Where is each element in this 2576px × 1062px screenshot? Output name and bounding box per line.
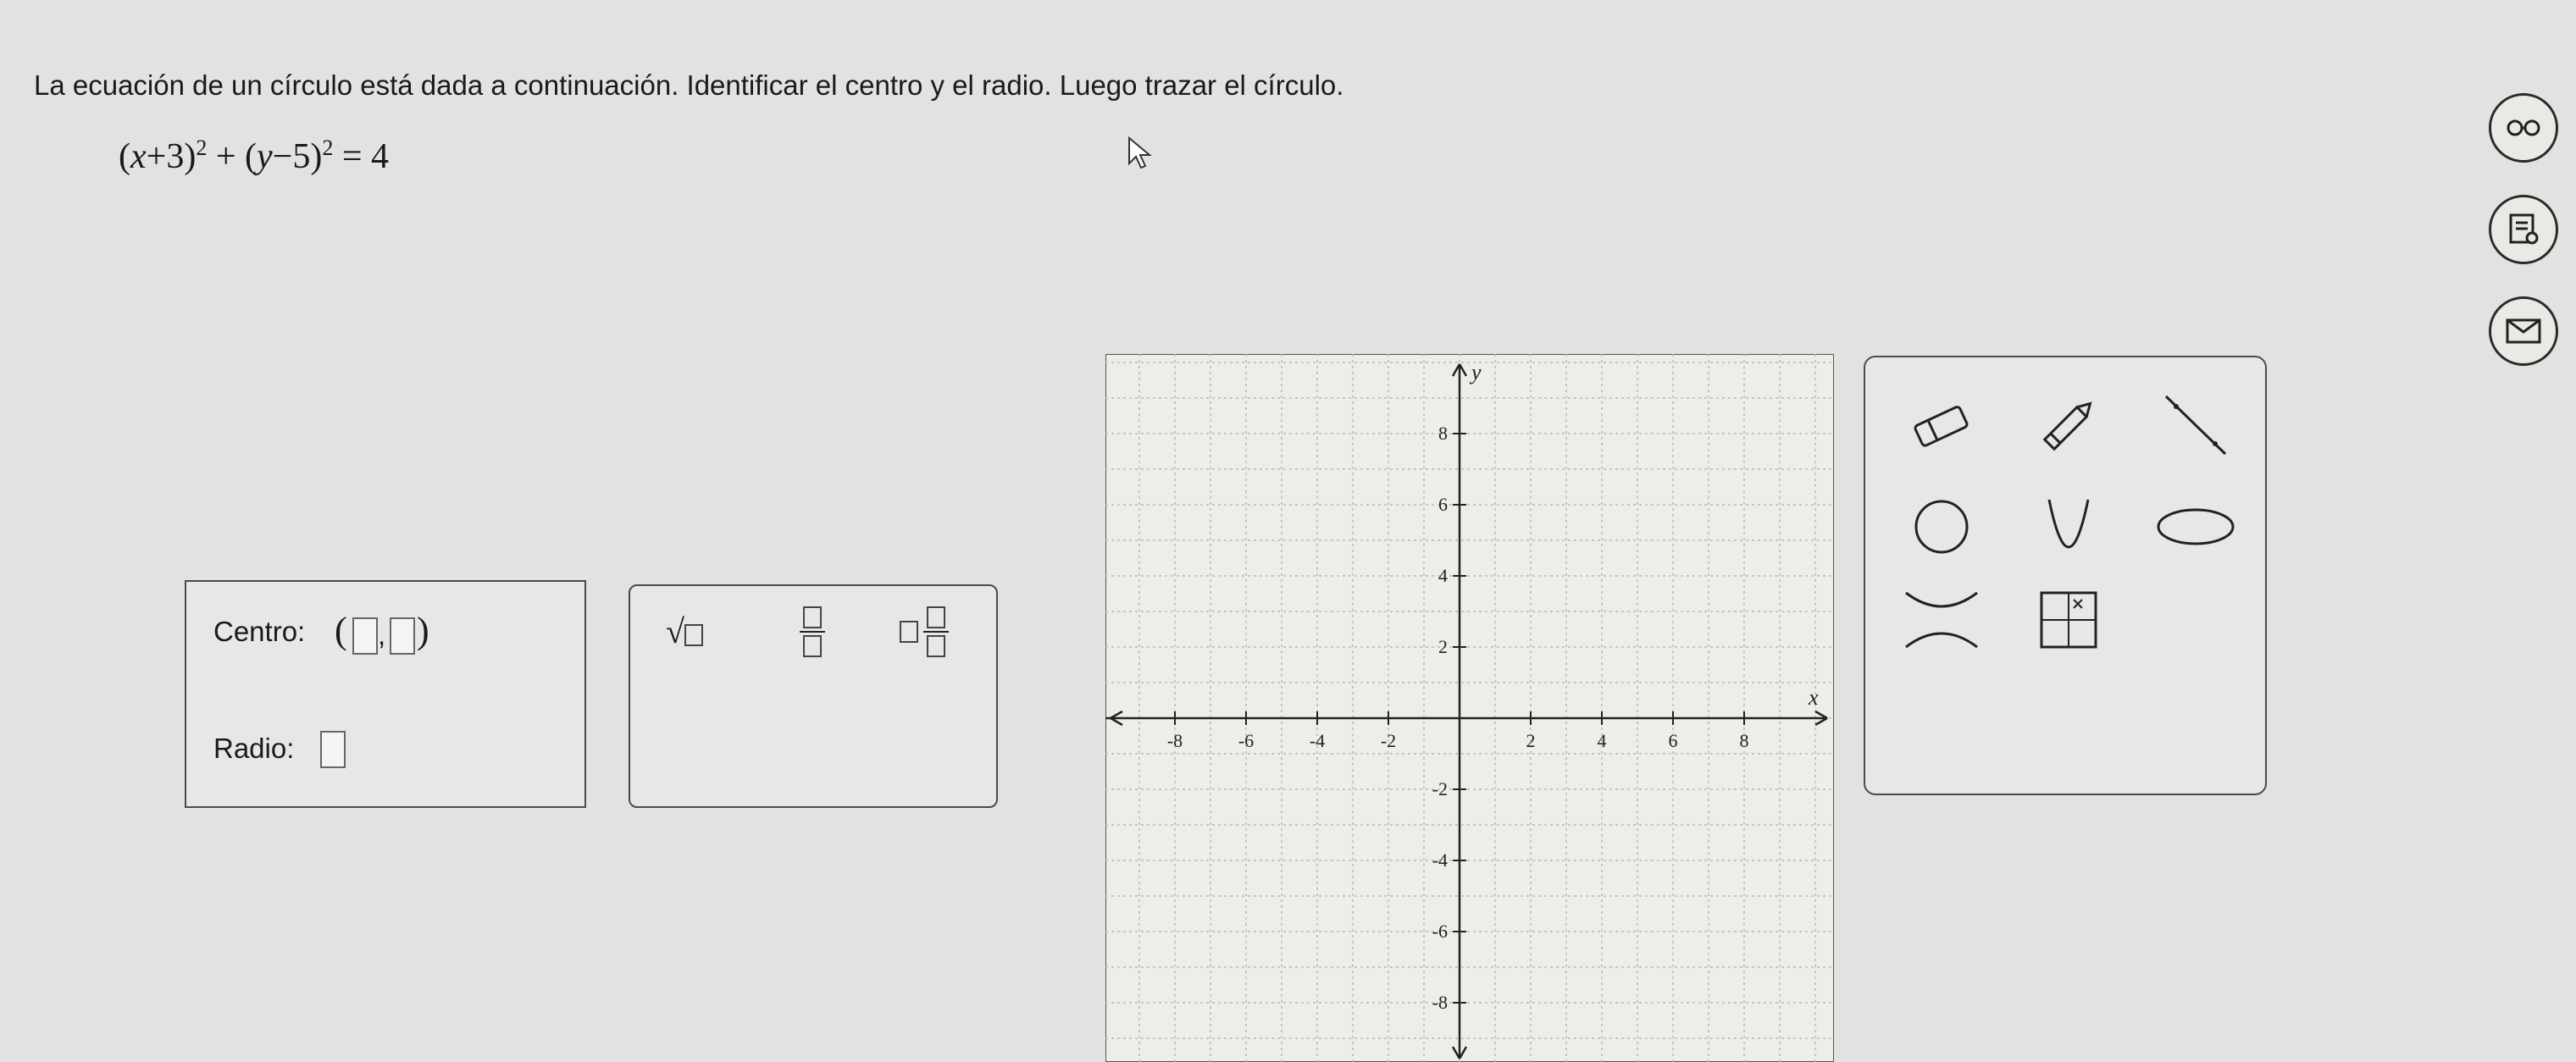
eq-exp-1: 2 — [196, 136, 208, 160]
hyperbola-icon — [1905, 591, 1978, 649]
whole-box-icon — [900, 621, 918, 643]
hyperbola-tool[interactable] — [1895, 586, 1988, 654]
center-close-paren: ) — [417, 610, 429, 651]
point-grid-icon — [2040, 591, 2097, 649]
point-grid-tool[interactable] — [2022, 586, 2115, 654]
parabola-icon — [2047, 499, 2090, 549]
x-tick-label: 4 — [1598, 730, 1607, 751]
center-comma: , — [378, 619, 386, 650]
coordinate-graph[interactable]: -8 -6 -4 -2 2 4 6 8 8 6 4 2 -2 -4 -6 -8 x y — [1105, 354, 1834, 1062]
sqrt-symbol: √ — [666, 612, 684, 650]
notes-icon[interactable] — [2489, 195, 2558, 264]
parabola-tool[interactable] — [2022, 493, 2115, 561]
y-tick-label: -8 — [1432, 992, 1448, 1013]
center-x-input[interactable] — [352, 617, 378, 655]
message-icon[interactable] — [2489, 296, 2558, 366]
eq-exp-2: 2 — [322, 136, 334, 160]
line-icon — [2164, 395, 2227, 456]
eq-var-y: y — [257, 137, 273, 176]
y-tick-label: 4 — [1438, 565, 1448, 586]
eq-op-2: − — [272, 137, 293, 176]
x-axis-label: x — [1808, 685, 1819, 710]
x-tick-label: 6 — [1669, 730, 1678, 751]
glasses-icon[interactable] — [2489, 93, 2558, 163]
graph-tool-panel — [1864, 356, 2267, 795]
y-tick-label: 8 — [1438, 423, 1448, 444]
eq-num-1: 3 — [166, 137, 185, 176]
x-tick-label: -2 — [1381, 730, 1396, 751]
sqrt-button[interactable]: √ — [666, 611, 703, 651]
eraser-tool[interactable] — [1895, 391, 1988, 459]
circle-tool[interactable] — [1895, 493, 1988, 561]
eq-num-2: 5 — [292, 137, 311, 176]
y-tick-label: -2 — [1432, 778, 1448, 799]
mixed-number-button[interactable] — [900, 606, 949, 657]
x-tick-label: -4 — [1310, 730, 1325, 751]
question-text: La ecuación de un círculo está dada a co… — [34, 69, 1344, 101]
circle-equation: (x+3)2 + (y−5)2 = 4 — [119, 136, 390, 176]
radius-label: Radio: — [213, 733, 295, 764]
answer-panel: Centro: ( , ) Radio: — [185, 580, 586, 808]
y-tick-label: -6 — [1432, 921, 1448, 942]
mixed-denominator-box-icon — [927, 635, 945, 657]
pencil-tool[interactable] — [2022, 391, 2115, 459]
pencil-icon — [2042, 401, 2092, 451]
y-tick-label: 6 — [1438, 494, 1448, 515]
math-keypad-panel: √ — [629, 584, 998, 808]
ellipse-tool[interactable] — [2149, 493, 2242, 561]
y-tick-label: -4 — [1432, 849, 1448, 871]
y-axis-label: y — [1469, 360, 1482, 384]
sqrt-box-icon — [684, 623, 703, 646]
numerator-box-icon — [803, 606, 822, 628]
eq-op-1: + — [146, 137, 167, 176]
eq-var-x: x — [130, 137, 147, 176]
graph-background — [1105, 354, 1834, 1062]
center-y-input[interactable] — [390, 617, 415, 655]
eq-rhs: = 4 — [341, 137, 390, 176]
mouse-cursor-icon — [1128, 136, 1152, 169]
x-tick-label: -8 — [1167, 730, 1183, 751]
center-open-paren: ( — [335, 610, 347, 651]
x-tick-label: -6 — [1238, 730, 1254, 751]
eraser-icon — [1914, 406, 1969, 447]
radius-input[interactable] — [320, 731, 346, 768]
line-tool[interactable] — [2149, 391, 2242, 459]
x-tick-label: 8 — [1740, 730, 1749, 751]
x-tick-label: 2 — [1526, 730, 1536, 751]
y-tick-label: 2 — [1438, 636, 1448, 657]
ellipse-icon — [2157, 508, 2235, 545]
denominator-box-icon — [803, 635, 822, 657]
circle-icon — [1914, 500, 1969, 554]
center-label: Centro: — [213, 616, 306, 647]
mixed-numerator-box-icon — [927, 606, 945, 628]
fraction-button[interactable] — [800, 606, 825, 657]
